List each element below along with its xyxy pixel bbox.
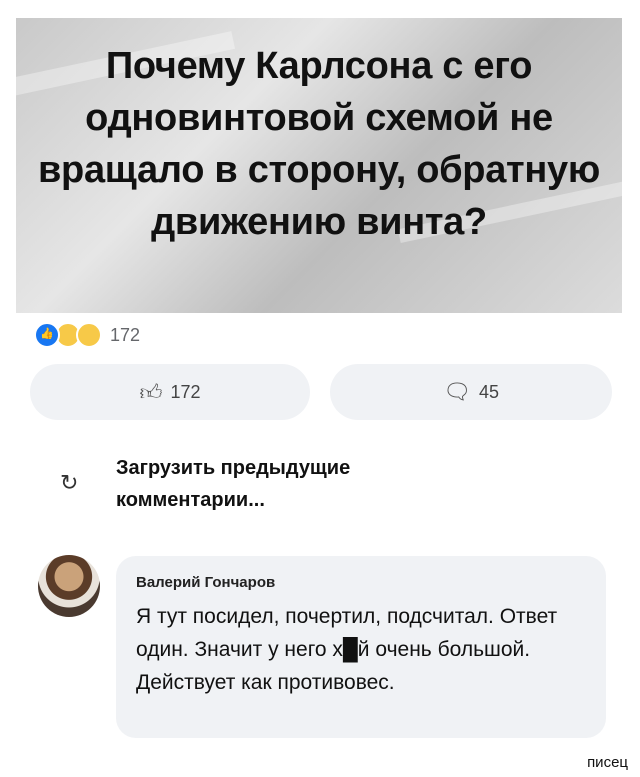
comment-text: Я тут посидел, почертил, подсчитал. Отве… [136, 605, 558, 694]
post-image[interactable]: Почему Карлсона с его одновинтовой схемо… [16, 18, 622, 313]
post-title: Почему Карлсона с его одновинтовой схемо… [38, 45, 600, 243]
comment-count: 45 [478, 381, 499, 402]
speech-bubble-icon: 🗨︎ [443, 379, 471, 404]
comment-author[interactable]: Валерий Гончаров [136, 574, 275, 591]
load-previous-label: Загрузить предыдущие комментарии... [116, 457, 351, 511]
thumbs-up-icon: 👍︎ [139, 379, 163, 405]
load-previous-comments[interactable]: ↻ Загрузить предыдущие комментарии... [60, 452, 436, 516]
reaction-count: 172 [110, 324, 141, 345]
watermark: писец [587, 754, 628, 771]
wow-icon [76, 322, 102, 348]
like-button[interactable]: 👍︎ 172 [30, 364, 310, 420]
comment-bubble: Валерий Гончаров Я тут посидел, почертил… [116, 556, 606, 738]
like-icon [34, 322, 60, 348]
refresh-icon: ↻ [60, 470, 79, 495]
avatar[interactable] [38, 555, 100, 617]
reactions-summary[interactable]: 172 [34, 322, 140, 348]
comment-button[interactable]: 🗨︎ 45 [330, 364, 612, 420]
like-count: 172 [170, 381, 201, 402]
